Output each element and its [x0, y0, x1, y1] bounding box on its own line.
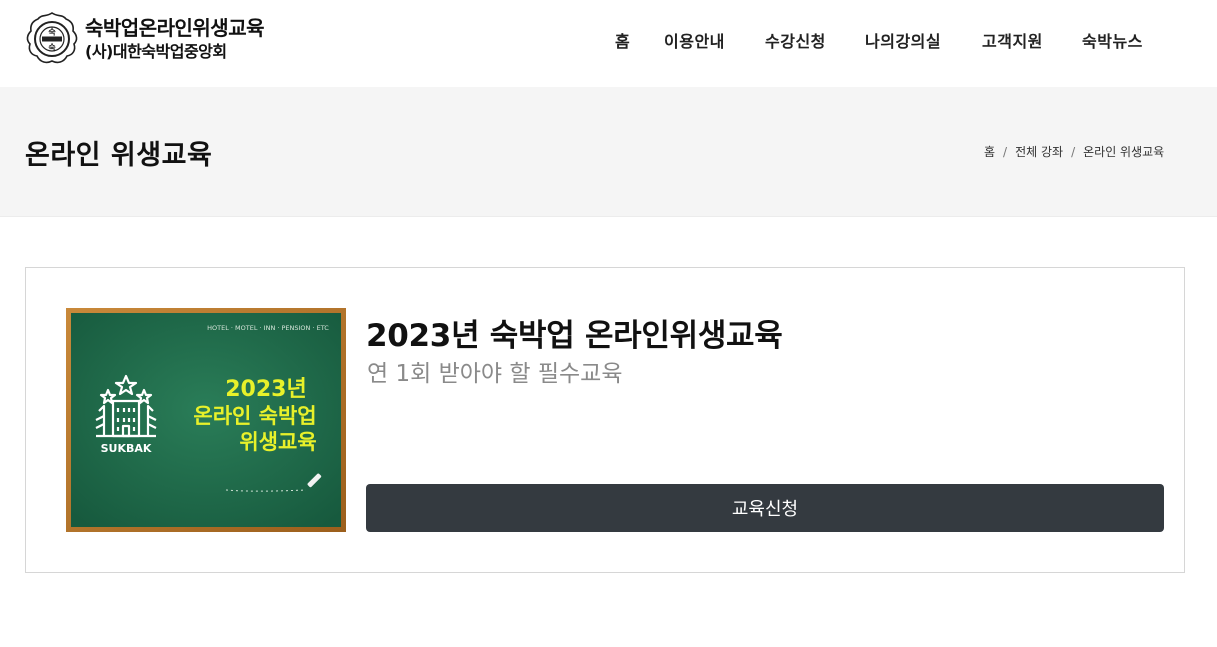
page-title-bar: 온라인 위생교육 홈 / 전체 강좌 / 온라인 위생교육	[0, 87, 1217, 217]
breadcrumb-separator: /	[1071, 144, 1076, 159]
breadcrumb-current: 온라인 위생교육	[1083, 145, 1165, 159]
nav-news[interactable]: 숙박뉴스	[1082, 28, 1143, 52]
thumbnail-line3: 위생교육	[239, 430, 316, 454]
logo-title: 숙박업온라인위생교육	[85, 16, 265, 40]
site-header: 숙 숙 숙박업온라인위생교육 (사)대한숙박업중앙회 홈 이용안내 수강신청 나…	[0, 0, 1217, 87]
course-subtitle: 연 1회 받아야 할 필수교육	[367, 361, 623, 387]
breadcrumb-home[interactable]: 홈	[984, 143, 995, 160]
svg-text:숙: 숙	[48, 27, 56, 37]
breadcrumb-separator: /	[1003, 144, 1008, 159]
enroll-button[interactable]: 교육신청	[366, 484, 1164, 532]
svg-text:숙: 숙	[48, 42, 56, 52]
course-card: HOTEL · MOTEL · INN · PENSION · ETC SUKB…	[25, 267, 1185, 573]
page-title: 온라인 위생교육	[25, 140, 213, 171]
course-title[interactable]: 2023년 숙박업 온라인위생교육	[366, 310, 783, 355]
nav-support[interactable]: 고객지원	[982, 28, 1043, 52]
thumbnail-tagline: HOTEL · MOTEL · INN · PENSION · ETC	[207, 324, 329, 332]
breadcrumb: 홈 / 전체 강좌 / 온라인 위생교육	[984, 143, 1164, 160]
thumbnail-brand: SUKBAK	[101, 442, 152, 455]
nav-guide[interactable]: 이용안내	[664, 28, 725, 52]
thumbnail-year: 2023년	[225, 377, 306, 402]
nav-enroll[interactable]: 수강신청	[765, 28, 826, 52]
association-emblem-icon: 숙 숙	[26, 12, 78, 64]
site-logo[interactable]: 숙 숙 숙박업온라인위생교육 (사)대한숙박업중앙회	[24, 11, 265, 67]
logo-subtitle: (사)대한숙박업중앙회	[85, 42, 227, 61]
nav-home[interactable]: 홈	[615, 28, 630, 52]
thumbnail-line2: 온라인 숙박업	[193, 404, 316, 428]
breadcrumb-all-courses[interactable]: 전체 강좌	[1015, 143, 1063, 160]
course-thumbnail[interactable]: HOTEL · MOTEL · INN · PENSION · ETC SUKB…	[66, 308, 346, 532]
nav-my-classroom[interactable]: 나의강의실	[865, 28, 941, 52]
